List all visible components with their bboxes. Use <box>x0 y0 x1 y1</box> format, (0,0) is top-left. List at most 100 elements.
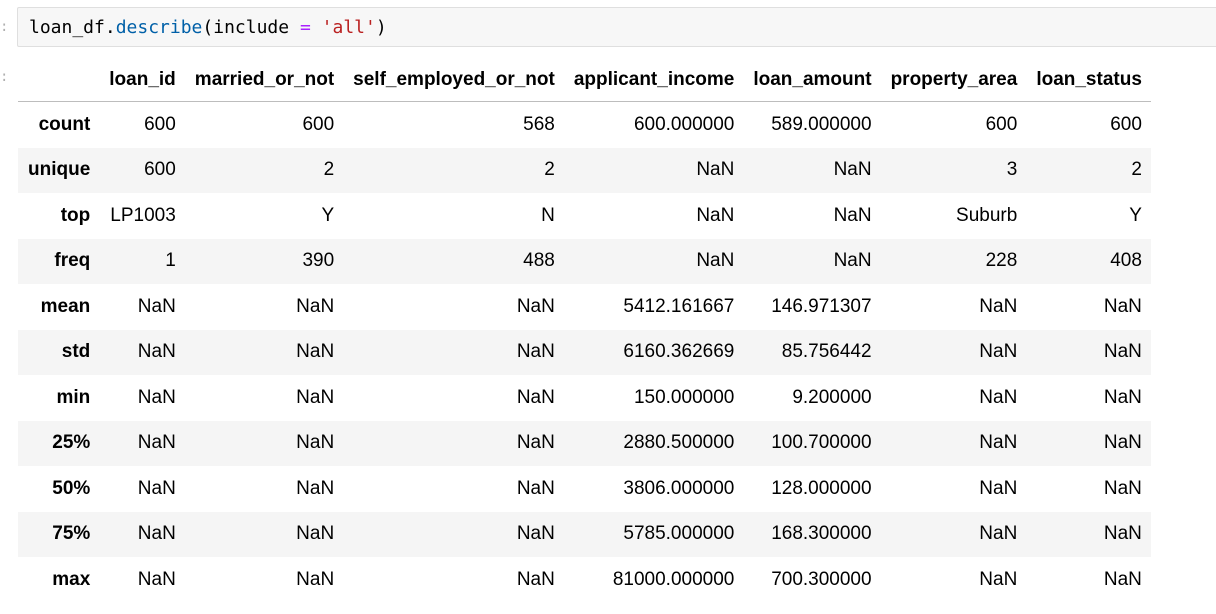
table-cell: 2 <box>1131 159 1142 181</box>
table-cell: NaN <box>296 432 335 454</box>
table-cell: NaN <box>979 477 1018 499</box>
row-index-label: mean <box>40 295 91 317</box>
table-cell: Suburb <box>956 204 1018 226</box>
table-cell: NaN <box>1103 477 1142 499</box>
table-row: freq 1 390 488 NaN NaN 228 408 <box>18 238 1151 284</box>
table-cell: 568 <box>523 113 555 135</box>
table-cell: 390 <box>302 250 335 272</box>
code-token-open-paren: ( <box>202 17 214 38</box>
row-index-label: 75% <box>52 523 91 545</box>
table-cell: NaN <box>979 386 1018 408</box>
table-row: 50% NaN NaN NaN 3806.000000 128.000000 NaN NaN <box>18 466 1151 512</box>
table-cell: 600 <box>302 113 335 135</box>
table-cell: NaN <box>296 523 335 545</box>
table-cell: 146.971307 <box>771 295 872 317</box>
table-cell: 2 <box>544 159 555 181</box>
table-cell: NaN <box>137 568 176 590</box>
table-row: top LP1003 Y N NaN NaN Suburb Y <box>18 193 1151 239</box>
code-token-string: 'all' <box>321 17 376 38</box>
table-cell: NaN <box>833 159 872 181</box>
table-cell: NaN <box>1103 432 1142 454</box>
row-index-label: 25% <box>52 432 91 454</box>
table-cell: NaN <box>1103 341 1142 363</box>
table-cell: 3 <box>1006 159 1018 181</box>
table-cell: LP1003 <box>110 204 176 226</box>
table-row: 75% NaN NaN NaN 5785.000000 168.300000 NaN NaN <box>18 511 1151 557</box>
table-cell: 600 <box>1110 113 1142 135</box>
column-header: self_employed_or_not <box>343 58 564 102</box>
table-cell: NaN <box>516 523 555 545</box>
table-cell: 600 <box>144 159 176 181</box>
table-row: min NaN NaN NaN 150.000000 9.200000 NaN NaN <box>18 375 1151 421</box>
table-cell: N <box>541 204 555 226</box>
table-cell: 3806.000000 <box>623 477 735 499</box>
table-cell: 2 <box>323 159 335 181</box>
table-row: mean NaN NaN NaN 5412.161667 146.971307 NaN NaN <box>18 284 1151 330</box>
column-header: loan_id <box>99 58 185 102</box>
table-cell: NaN <box>137 432 176 454</box>
table-cell: NaN <box>137 386 176 408</box>
row-index-label: std <box>61 341 91 363</box>
table-cell: Y <box>1129 204 1142 226</box>
table-cell: Y <box>321 204 335 226</box>
row-index-label: freq <box>54 250 91 272</box>
column-header: married_or_not <box>184 58 344 102</box>
table-cell: NaN <box>296 568 335 590</box>
table-cell: NaN <box>516 386 555 408</box>
table-cell: NaN <box>516 341 555 363</box>
table-cell: NaN <box>137 295 176 317</box>
table-cell: 1 <box>165 250 176 272</box>
table-cell: 150.000000 <box>633 386 735 408</box>
table-cell: NaN <box>137 523 176 545</box>
row-index-label: count <box>38 113 91 135</box>
code-token-method: describe <box>115 17 203 38</box>
table-row: count 600 600 568 600.000000 589.000000 600 600 <box>18 102 1151 148</box>
code-line[interactable]: loan_df.describe(include = 'all') <box>29 17 387 39</box>
table-cell: NaN <box>137 477 176 499</box>
table-row: unique 600 2 2 NaN NaN 3 2 <box>18 147 1151 193</box>
column-header: applicant_income <box>563 58 744 102</box>
table-cell: NaN <box>296 341 335 363</box>
table-cell: 5785.000000 <box>623 523 735 545</box>
code-token-operator: = <box>299 17 311 38</box>
table-cell: 2880.500000 <box>623 432 735 454</box>
table-cell: 600 <box>985 113 1018 135</box>
table-cell: 85.756442 <box>781 341 872 363</box>
table-cell: NaN <box>516 568 555 590</box>
table-cell: NaN <box>696 159 735 181</box>
table-cell: NaN <box>979 432 1018 454</box>
table-cell: NaN <box>516 477 555 499</box>
table-row: std NaN NaN NaN 6160.362669 85.756442 NaN NaN <box>18 329 1151 375</box>
table-cell: 700.300000 <box>771 568 872 590</box>
table-cell: NaN <box>979 568 1018 590</box>
table-cell: 228 <box>985 250 1018 272</box>
table-cell: 600 <box>144 113 176 135</box>
column-header: loan_status <box>1026 58 1151 102</box>
table-cell: NaN <box>296 295 335 317</box>
table-cell: NaN <box>1103 295 1142 317</box>
table-cell: 600.000000 <box>633 113 735 135</box>
code-token-dot: . <box>104 17 116 38</box>
table-cell: NaN <box>833 250 872 272</box>
table-cell: NaN <box>296 386 335 408</box>
table-cell: 81000.000000 <box>612 568 735 590</box>
table-cell: 100.700000 <box>771 432 872 454</box>
code-token-variable: loan_df <box>29 17 105 38</box>
table-cell: 408 <box>1110 250 1142 272</box>
input-prompt: : <box>0 19 9 35</box>
table-cell: NaN <box>1103 523 1142 545</box>
table-cell: 589.000000 <box>771 113 872 135</box>
table-cell: NaN <box>979 295 1018 317</box>
code-cell-input[interactable]: loan_df.describe(include = 'all') <box>17 7 1216 47</box>
table-cell: NaN <box>696 204 735 226</box>
index-header <box>18 58 100 102</box>
table-row: max NaN NaN NaN 81000.000000 700.300000 NaN NaN <box>18 557 1151 603</box>
table-cell: NaN <box>516 295 555 317</box>
code-token-kwarg: include <box>213 17 300 38</box>
table-cell: 128.000000 <box>771 477 872 499</box>
table-cell: NaN <box>979 523 1018 545</box>
table-cell: NaN <box>979 341 1018 363</box>
table-body: count 600 600 568 600.000000 589.000000 600 600… <box>18 102 1151 603</box>
column-header: property_area <box>880 58 1027 102</box>
